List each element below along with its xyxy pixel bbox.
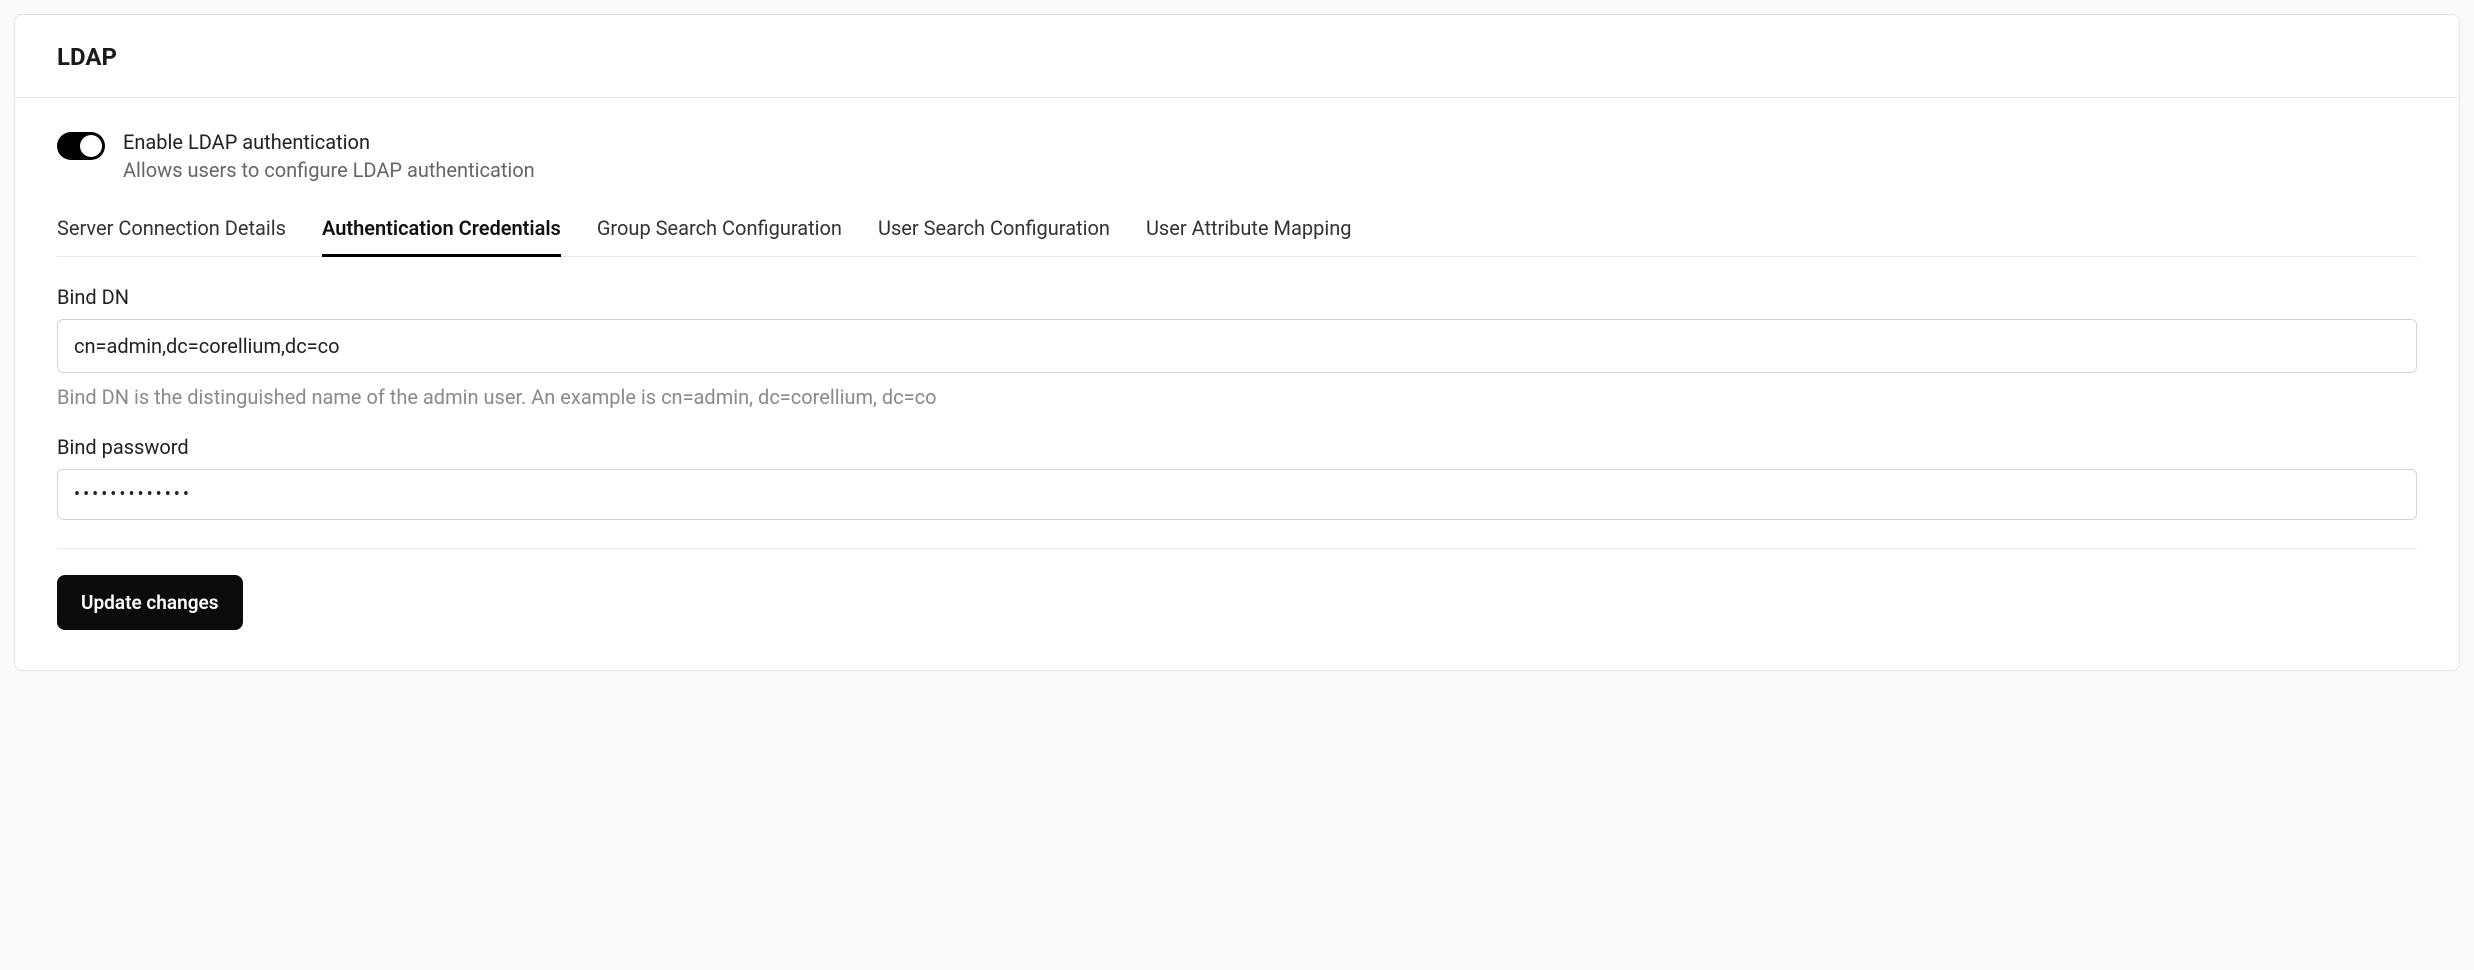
bind-password-label: Bind password: [57, 435, 2417, 459]
toggle-knob-icon: [80, 135, 102, 157]
toggle-labels: Enable LDAP authentication Allows users …: [123, 130, 535, 182]
tab-authentication-credentials[interactable]: Authentication Credentials: [322, 216, 561, 257]
bind-password-input[interactable]: [57, 469, 2417, 520]
tab-user-search-configuration[interactable]: User Search Configuration: [878, 216, 1110, 257]
bind-dn-label: Bind DN: [57, 285, 2417, 309]
enable-ldap-description: Allows users to configure LDAP authentic…: [123, 158, 535, 182]
bind-dn-input[interactable]: [57, 319, 2417, 373]
tab-group-search-configuration[interactable]: Group Search Configuration: [597, 216, 842, 257]
panel-title: LDAP: [57, 43, 2417, 71]
ldap-tabs: Server Connection Details Authentication…: [57, 216, 2417, 257]
enable-ldap-toggle[interactable]: [57, 132, 105, 160]
update-changes-button[interactable]: Update changes: [57, 575, 243, 630]
tab-server-connection-details[interactable]: Server Connection Details: [57, 216, 286, 257]
form-divider: [57, 548, 2417, 549]
enable-ldap-row: Enable LDAP authentication Allows users …: [57, 130, 2417, 182]
panel-body: Enable LDAP authentication Allows users …: [15, 98, 2459, 670]
bind-password-field: Bind password: [57, 435, 2417, 520]
panel-header: LDAP: [15, 15, 2459, 98]
bind-dn-field: Bind DN Bind DN is the distinguished nam…: [57, 285, 2417, 409]
ldap-panel: LDAP Enable LDAP authentication Allows u…: [14, 14, 2460, 671]
bind-dn-help-text: Bind DN is the distinguished name of the…: [57, 385, 2417, 409]
tab-user-attribute-mapping[interactable]: User Attribute Mapping: [1146, 216, 1352, 257]
enable-ldap-title: Enable LDAP authentication: [123, 130, 535, 154]
